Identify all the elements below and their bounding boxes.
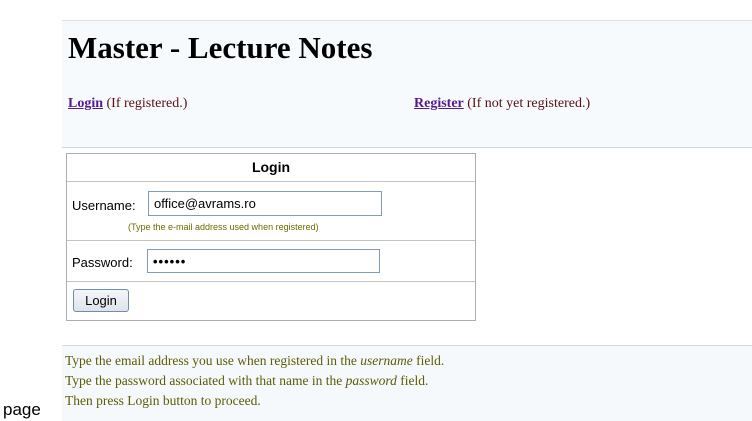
button-row: Login <box>67 282 475 320</box>
username-label: Username: <box>72 198 136 213</box>
login-link[interactable]: Login <box>68 96 103 111</box>
nav-login-item: Login (If registered.) <box>68 96 187 112</box>
instruction-line-proceed: Then press Login button to proceed. <box>65 393 261 408</box>
password-input[interactable] <box>147 249 380 273</box>
page-caption: page <box>3 400 41 419</box>
nav-register-item: Register (If not yet registered.) <box>414 96 590 112</box>
instruction-text: field. <box>412 353 445 368</box>
register-note: (If not yet registered.) <box>463 96 591 111</box>
username-row: Username: (Type the e-mail address used … <box>67 182 475 241</box>
password-row: Password: <box>67 241 475 282</box>
password-label: Password: <box>72 255 133 270</box>
page-title: Master - Lecture Notes <box>68 30 373 65</box>
instruction-text: field. <box>396 373 429 388</box>
instruction-emphasis: password <box>345 373 397 388</box>
instruction-text: Type the email address you use when regi… <box>65 353 361 368</box>
instruction-emphasis: username <box>360 353 413 368</box>
instruction-text: Type the password associated with that n… <box>65 373 346 388</box>
login-form-panel: Login Username: (Type the e-mail address… <box>66 153 476 321</box>
instructions-panel: Type the email address you use when regi… <box>62 345 752 421</box>
instruction-line-password: Type the password associated with that n… <box>65 373 428 389</box>
instruction-line-username: Type the email address you use when regi… <box>65 353 444 369</box>
login-form-heading: Login <box>67 154 475 182</box>
username-hint: (Type the e-mail address used when regis… <box>128 222 319 232</box>
login-note: (If registered.) <box>103 96 188 111</box>
username-input[interactable] <box>148 191 382 216</box>
register-link[interactable]: Register <box>414 96 464 111</box>
login-button[interactable]: Login <box>73 289 129 312</box>
